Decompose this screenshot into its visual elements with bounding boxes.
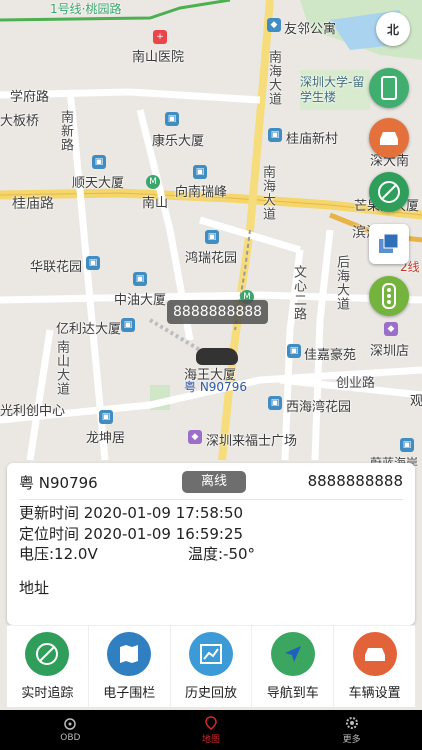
xiangnan-poi-icon: ▣ [193, 165, 207, 179]
phone-locate-button[interactable] [369, 68, 409, 108]
shuntian-poi-icon: ▣ [92, 155, 106, 169]
action-navigate-to-car[interactable]: 导航到车 [252, 626, 335, 707]
tab-more[interactable]: 更多 [281, 710, 422, 750]
tab-label: 地图 [202, 734, 221, 745]
map-label-xihai: 西海湾花园 [286, 400, 352, 415]
map-pin-icon [205, 715, 217, 730]
map-label-nanxin-road: 南新路 [58, 110, 73, 152]
map-label-nanhai-avenue-2: 南海大道 [260, 165, 275, 221]
status-badge: 离线 [182, 471, 246, 493]
hospital-icon: + [153, 30, 167, 44]
map-label-xiangnan: 向南瑞峰 [175, 185, 228, 200]
action-realtime-track[interactable]: 实时追踪 [7, 626, 89, 707]
hongrui-poi-icon: ▣ [205, 230, 219, 244]
tab-obd[interactable]: OBD [0, 710, 141, 750]
tab-label: OBD [60, 733, 81, 743]
xihai-poi-icon: ▣ [268, 396, 282, 410]
yilida-poi-icon: ▣ [121, 318, 135, 332]
obd-icon [64, 718, 77, 730]
track-toggle-button[interactable] [369, 172, 409, 212]
action-vehicle-settings[interactable]: 车辆设置 [334, 626, 415, 707]
layers-icon [379, 233, 399, 253]
card-locate-time: 定位时间 2020-01-09 16:59:25 [19, 525, 244, 543]
vehicle-marker-icon[interactable] [196, 348, 238, 365]
map-label-jiajia: 佳嘉豪苑 [304, 348, 357, 363]
app-root: 1号线·桃园路 ◆ 友邻公寓 + 南山医院 学府路 大板桥 南新路 ▣ 康乐大厦… [0, 0, 422, 750]
gear-icon [345, 716, 358, 729]
map-label-shenzhen-univ: 深圳大学-留学生楼 [300, 75, 365, 104]
map-label-raffles: 深圳来福士广场 [206, 434, 298, 449]
card-device-id: 8888888888 [307, 472, 403, 490]
map-label-wenxin-road: 文心二路 [291, 265, 306, 321]
action-label: 历史回放 [184, 686, 237, 701]
map-label-guimiao-new: 桂庙新村 [286, 132, 339, 147]
traffic-button[interactable] [369, 276, 409, 316]
map-label-chuangye: 创业路 [336, 376, 376, 391]
hualian-poi-icon: ▣ [86, 256, 100, 270]
card-address-label: 地址 [19, 579, 50, 597]
tab-label: 更多 [342, 734, 361, 745]
traffic-light-icon [382, 283, 396, 309]
navigate-arrow-icon [270, 632, 315, 676]
map-label-metro-line1: 1号线·桃园路 [50, 2, 122, 16]
action-geofence[interactable]: 电子围栏 [89, 626, 171, 707]
car-icon [380, 132, 398, 145]
map-label-hualian: 华联花园 [30, 260, 83, 275]
card-plate: 粤 N90796 [19, 474, 98, 492]
map-label-xuefu-road: 学府路 [10, 90, 50, 105]
vehicle-info-card: 粤 N90796 离线 8888888888 更新时间 2020-01-09 1… [7, 463, 415, 625]
layer-button[interactable] [369, 224, 409, 264]
guimiao-poi-icon: ▣ [268, 128, 282, 142]
metro-nanshan-icon: M [146, 175, 160, 189]
action-label: 导航到车 [266, 686, 319, 701]
jiajia-poi-icon: ▣ [287, 344, 301, 358]
map-label-houhai: 后海大道 [334, 255, 349, 311]
card-divider [19, 499, 403, 500]
map-label-yilida: 亿利达大厦 [56, 322, 122, 337]
action-label: 电子围栏 [103, 686, 156, 701]
card-voltage: 电压:12.0V [19, 545, 98, 563]
store-poi-icon: ◆ [384, 322, 398, 336]
kangle-poi-icon: ▣ [165, 112, 179, 126]
map-label-kangle: 康乐大厦 [152, 134, 205, 149]
map-label-shenzhen-store: 深圳店 [370, 344, 410, 359]
map-label-hongrui: 鸿瑞花园 [185, 251, 238, 266]
car-locate-button[interactable] [369, 118, 409, 158]
map-label-daxinban: 大板桥 [0, 114, 40, 129]
longkun-poi-icon: ▣ [99, 410, 113, 424]
zhongyou-poi-icon: ▣ [133, 272, 147, 286]
raffles-poi-icon: ◆ [188, 430, 202, 444]
vehicle-plate-label: 粤 N90796 [184, 380, 247, 394]
vehicle-info-bubble[interactable]: 8888888888 [167, 300, 269, 324]
map-label-friend: 友邻公寓 [284, 22, 337, 37]
map-label-guan: 观 [410, 394, 422, 409]
map-label-shuntian: 顺天大厦 [72, 176, 125, 191]
compass-label: 北 [386, 22, 399, 37]
vehicle-settings-icon [352, 632, 397, 676]
friend-poi-icon: ◆ [267, 18, 281, 32]
history-playback-icon [188, 632, 233, 676]
action-label: 车辆设置 [348, 686, 401, 701]
map-label-guangli: 光利创中心 [0, 404, 66, 419]
map-label-nanshan-avenue: 南山大道 [54, 340, 69, 396]
map-label-nanshan-hospital: 南山医院 [132, 50, 185, 65]
tab-map[interactable]: 地图 [141, 710, 282, 750]
map-label-longkun: 龙坤居 [86, 431, 126, 446]
card-update-time: 更新时间 2020-01-09 17:58:50 [19, 504, 244, 522]
action-bar: 实时追踪 电子围栏 历史回放 导航到车 车辆设置 [7, 625, 415, 707]
card-temperature: 温度:-50° [188, 545, 256, 563]
phone-icon [381, 76, 397, 100]
map-label-nanshan: 南山 [142, 196, 169, 211]
map-label-nanhai-avenue: 南海大道 [266, 50, 281, 106]
compass-icon[interactable]: 北 [376, 12, 410, 46]
track-icon [378, 181, 400, 203]
action-history-playback[interactable]: 历史回放 [171, 626, 253, 707]
geofence-map-icon [107, 632, 152, 676]
action-label: 实时追踪 [21, 686, 74, 701]
map-label-guimiao-road: 桂庙路 [12, 196, 54, 212]
feiyang-poi-icon: ▣ [400, 438, 414, 452]
bottom-tab-bar: OBD 地图 更多 [0, 710, 422, 750]
realtime-track-icon [25, 632, 70, 676]
map-label-zhongyou: 中油大厦 [114, 293, 167, 308]
